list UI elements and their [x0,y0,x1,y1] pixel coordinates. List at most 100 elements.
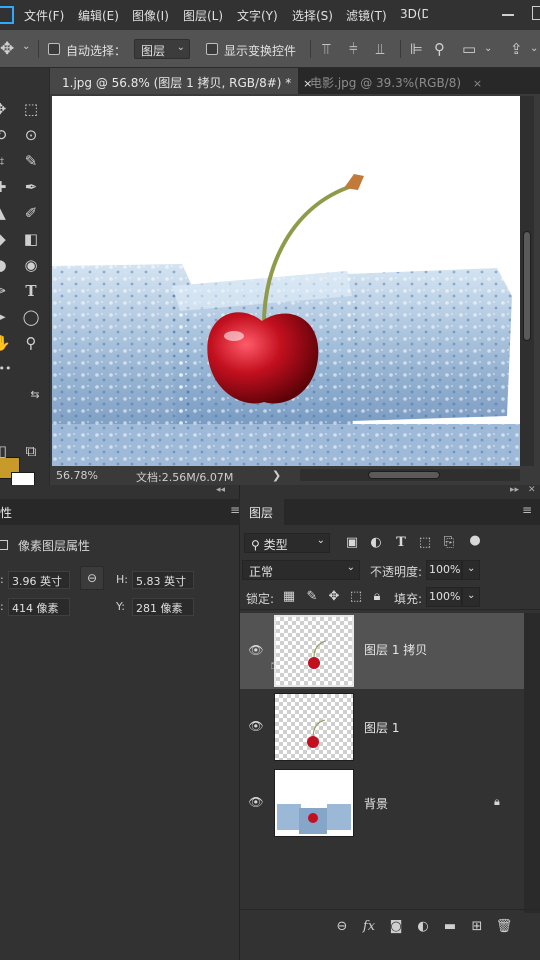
search-icon[interactable]: ⚲ [434,40,445,58]
show-transform-checkbox[interactable] [206,43,218,55]
menu-type[interactable]: 文字(Y) [237,7,278,24]
layer-row-layer-1[interactable]: 👁︎ 图层 1 [240,689,524,765]
blur-tool-icon[interactable]: ● [0,254,8,276]
eye-icon[interactable]: 👁︎ [248,643,264,659]
new-layer-icon[interactable]: ⊞ [468,919,486,934]
layer-name[interactable]: 图层 1 [364,719,399,736]
layer-row-layer-1-copy[interactable]: 👁︎ 图层 1 拷贝 ☝︎ [240,613,524,689]
align-top-icon[interactable]: ⫪ [322,40,330,58]
eye-icon[interactable]: 👁︎ [248,795,264,811]
layer-thumbnail[interactable] [274,615,354,687]
properties-tab[interactable]: 性 [0,504,12,521]
swap-colors-icon[interactable]: ⇆ [24,384,46,406]
filter-pixel-icon[interactable]: ▣ [343,535,361,550]
menu-filter[interactable]: 滤镜(T) [346,7,387,24]
collapse-icon[interactable]: ◂◂ [216,485,225,495]
menu-select[interactable]: 选择(S) [292,7,333,24]
layer-row-background[interactable]: 👁︎ 背景 🔒︎ [240,765,524,841]
eyedropper-icon[interactable]: ✎ [20,150,42,172]
lasso-tool-icon[interactable]: ⟲ [0,124,8,146]
fx-icon[interactable]: fx [360,919,378,934]
width-field[interactable]: 3.96 英寸 [8,571,70,589]
fill-field[interactable]: 100% [426,587,462,607]
opacity-field[interactable]: 100% [426,560,462,580]
filter-toggle-icon[interactable]: ● [466,533,484,548]
adjustment-layer-icon[interactable]: ◐ [414,919,432,934]
filter-adjustment-icon[interactable]: ◐ [367,535,385,550]
panel-menu-icon[interactable]: ≡ [522,503,532,517]
menu-image[interactable]: 图像(I) [132,7,169,24]
menu-layer[interactable]: 图层(L) [183,7,223,24]
x-field[interactable]: 414 像素 [8,598,70,616]
align-vcenter-icon[interactable]: ⫩ [349,40,358,58]
eye-icon[interactable]: 👁︎ [248,719,264,735]
trash-icon[interactable]: 🗑︎ [495,919,513,934]
screen-mode-icon[interactable]: ⧉ [20,440,42,462]
hand-tool-icon[interactable]: ✋ [0,332,11,354]
history-brush-icon[interactable]: ✐ [20,202,42,224]
more-tools-icon[interactable]: ••• [0,358,11,380]
layers-tab[interactable]: 图层 [249,504,273,521]
lock-all-icon[interactable]: 🔒︎ [368,589,386,604]
layer-name[interactable]: 背景 [364,795,388,812]
menu-3d[interactable]: 3D(D [400,7,428,21]
eraser-tool-icon[interactable]: ◆ [0,228,8,250]
chevron-down-icon[interactable]: ⌄ [22,41,30,52]
move-tool-icon[interactable]: ✥ [0,39,14,59]
menu-edit[interactable]: 编辑(E) [78,7,119,24]
status-arrow-icon[interactable]: ❯ [272,469,281,482]
move-tool-icon[interactable]: ✥ [0,98,8,120]
close-icon[interactable]: × [473,77,482,90]
horizontal-scrollbar[interactable] [300,469,520,481]
collapse-icon[interactable]: ▸▸ [510,485,519,495]
crop-tool-icon[interactable]: ⌗ [0,150,8,172]
layers-scrollbar[interactable] [524,613,540,913]
maximize-icon[interactable] [532,6,540,20]
lock-artboard-icon[interactable]: ⬚ [347,589,365,604]
pen-tool-icon[interactable]: ✑ [0,280,8,302]
auto-select-checkbox[interactable] [48,43,60,55]
tab-document-1[interactable]: 1.jpg @ 56.8% (图层 1 拷贝, RGB/8#) * × [50,68,312,94]
link-icon[interactable]: ⊖ [80,566,104,590]
zoom-level[interactable]: 56.78% [56,469,98,482]
clone-stamp-icon[interactable]: ▲ [0,202,8,224]
healing-brush-icon[interactable]: ✚ [0,176,8,198]
filter-shape-icon[interactable]: ⬚ [416,535,434,550]
chevron-down-icon[interactable]: ⌄ [462,560,480,580]
height-field[interactable]: 5.83 英寸 [132,571,194,589]
blend-mode-dropdown[interactable]: 正常 ⌄ [242,560,360,580]
new-group-icon[interactable]: ▬ [441,919,459,934]
y-field[interactable]: 281 像素 [132,598,194,616]
close-icon[interactable]: ✕ [528,485,536,495]
chevron-down-icon[interactable]: ⌄ [484,43,492,54]
share-icon[interactable]: ⇪ [510,40,523,58]
lock-transparent-icon[interactable]: ▦ [280,589,298,604]
filter-type-icon[interactable]: T [392,535,410,550]
layer-thumbnail[interactable] [274,693,354,761]
gradient-tool-icon[interactable]: ◧ [20,228,42,250]
lock-pixels-icon[interactable]: ✎ [303,589,321,604]
link-layers-icon[interactable]: ⊖ [333,919,351,934]
filter-smart-object-icon[interactable]: ⎘ [440,535,458,550]
ellipse-tool-icon[interactable]: ◯ [20,306,42,328]
add-mask-icon[interactable]: ◙ [387,919,405,934]
type-tool-icon[interactable]: T [20,280,42,302]
marquee-tool-icon[interactable]: ⬚ [20,98,42,120]
brush-tool-icon[interactable]: ✒ [20,176,42,198]
minimize-icon[interactable] [502,14,514,16]
panel-menu-icon[interactable]: ≡ [230,503,240,517]
chevron-down-icon[interactable]: ⌄ [462,587,480,607]
path-select-icon[interactable]: ➤ [0,306,8,328]
layer-name[interactable]: 图层 1 拷贝 [364,641,427,658]
dodge-tool-icon[interactable]: ◉ [20,254,42,276]
document-canvas[interactable] [52,96,520,466]
lock-position-icon[interactable]: ✥ [325,589,343,604]
layer-filter-dropdown[interactable]: ⚲ 类型 ⌄ [244,533,330,553]
align-left-icon[interactable]: ⊫ [410,40,423,58]
chevron-down-icon[interactable]: ⌄ [530,43,538,54]
menu-file[interactable]: 文件(F) [24,7,64,24]
quick-mask-icon[interactable]: ◫ [0,440,8,462]
quick-select-icon[interactable]: ⊙ [20,124,42,146]
align-bottom-icon[interactable]: ⫫ [376,40,384,58]
workspace-icon[interactable]: ▭ [462,40,476,58]
